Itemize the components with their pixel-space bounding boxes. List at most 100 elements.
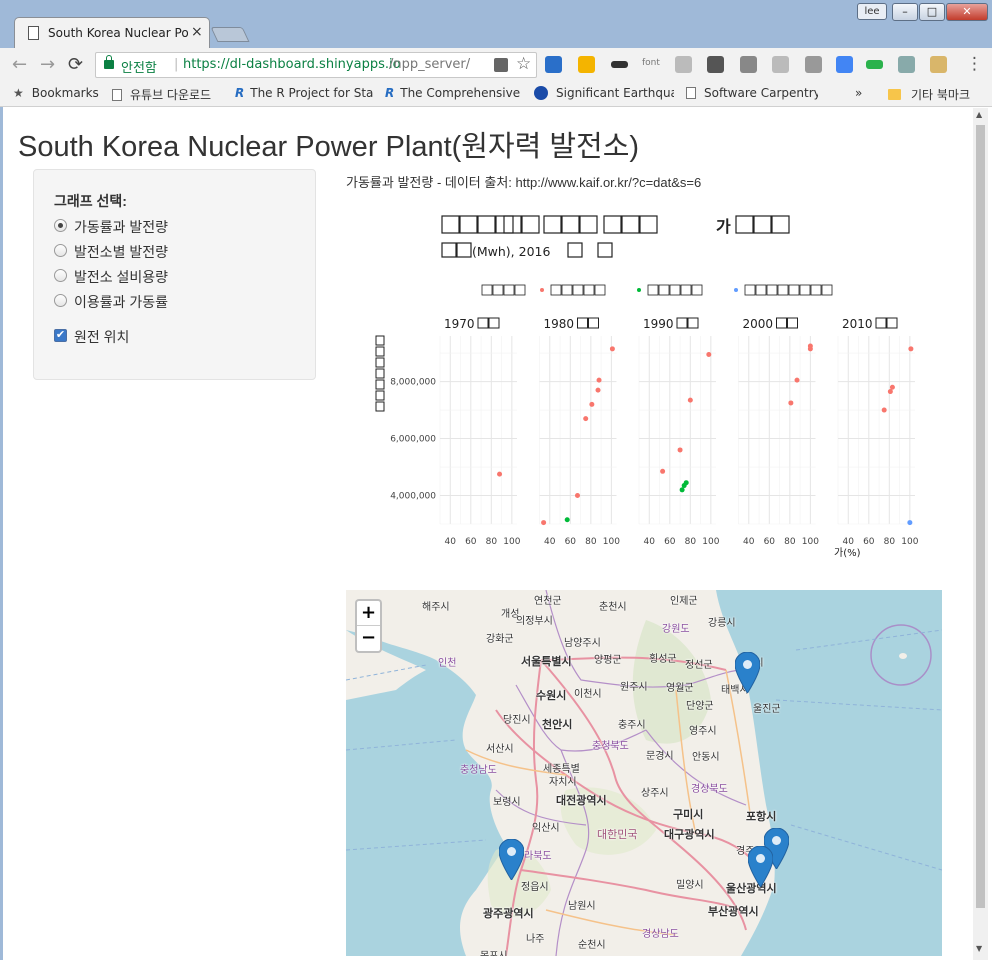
menu-icon[interactable]: ⋮: [966, 54, 983, 74]
plant-marker-icon[interactable]: [498, 838, 525, 881]
zoom-in-button[interactable]: +: [357, 601, 380, 626]
facet-label: 2010: [842, 317, 873, 331]
browser-tab[interactable]: South Korea Nuclear Po ×: [14, 17, 210, 48]
radio-button[interactable]: [54, 294, 67, 307]
legend-glyph: [821, 284, 833, 296]
minimize-button[interactable]: –: [892, 3, 918, 21]
bookmark-item[interactable]: R The Comprehensive: [385, 86, 520, 100]
scatter-chart: 가 (Mwh), 2016 1970 40 60 80 100 1980 40 60 80 100…: [375, 215, 919, 559]
map-place-label: 영월군: [666, 683, 694, 694]
legend-glyph: [572, 284, 584, 296]
other-bookmarks-folder[interactable]: 기타 북마크: [888, 86, 970, 103]
data-point: [807, 343, 813, 349]
bookmark-item[interactable]: Software Carpentry:: [686, 86, 818, 100]
plant-marker-icon[interactable]: [734, 651, 761, 694]
reload-icon[interactable]: ⟳: [68, 54, 83, 75]
x-tick-label: 80: [884, 537, 896, 547]
x-tick-label: 40: [544, 537, 556, 547]
map-place-label: 횡성군: [649, 654, 677, 665]
x-tick-label: 40: [743, 537, 755, 547]
scrollbar-thumb[interactable]: [976, 125, 985, 908]
facet-label-glyph: [477, 317, 489, 329]
data-point: [794, 377, 800, 383]
map-place-label: 부산광역시: [708, 905, 759, 918]
facet-label: 1980: [544, 317, 575, 331]
map-place-label: 나주: [526, 934, 545, 945]
facet-label-glyph: [588, 317, 599, 329]
legend-glyph: [799, 284, 811, 296]
legend-glyph: [744, 284, 756, 296]
checkbox-checked-icon[interactable]: ✔: [54, 329, 67, 342]
map-place-label: 정읍시: [521, 882, 549, 893]
legend-glyph: [561, 284, 573, 296]
bookmark-item[interactable]: ★ Bookmarks: [13, 86, 103, 100]
data-point: [541, 520, 547, 526]
data-point: [564, 517, 570, 523]
address-bar[interactable]: 안전함 | https://dl-dashboard.shinyapps.io …: [95, 52, 537, 78]
radio-button[interactable]: [54, 269, 67, 282]
legend-glyph: [777, 284, 789, 296]
data-point: [788, 400, 794, 406]
facet-label-glyph: [687, 317, 699, 329]
data-point: [660, 468, 666, 474]
scroll-down-arrow-icon[interactable]: ▼: [976, 944, 982, 953]
data-point: [908, 346, 914, 352]
map-place-label: 대한민국: [597, 828, 638, 841]
data-point: [497, 471, 503, 477]
map-place-label: 춘천시: [599, 602, 627, 613]
zoom-out-button[interactable]: −: [357, 626, 380, 651]
bookmark-item[interactable]: R The R Project for Sta: [235, 86, 373, 100]
user-profile-button[interactable]: lee: [857, 3, 887, 20]
extension-briefcase-icon[interactable]: [545, 56, 562, 73]
data-point: [589, 401, 595, 407]
y-tick-label: 6,000,000: [390, 435, 436, 445]
data-point: [677, 447, 683, 453]
blocked-content-icon[interactable]: [494, 58, 508, 72]
google-translate-icon[interactable]: [836, 56, 853, 73]
camera-icon[interactable]: [675, 56, 692, 73]
radio-button-checked[interactable]: [54, 219, 67, 232]
t-extension-icon[interactable]: [805, 56, 822, 73]
x-tick-label: 40: [843, 537, 855, 547]
lock-icon: [104, 55, 114, 69]
page-title: South Korea Nuclear Power Plant(원자력 발전소): [18, 131, 640, 163]
close-tab-icon[interactable]: ×: [191, 24, 203, 40]
close-window-button[interactable]: ✕: [946, 3, 988, 21]
shield-icon[interactable]: [707, 56, 724, 73]
google-drive-icon[interactable]: [578, 56, 595, 73]
new-tab-button[interactable]: [210, 27, 250, 42]
scroll-up-arrow-icon[interactable]: ▲: [976, 110, 982, 119]
legend-glyph: [492, 284, 504, 296]
drive-outline-icon[interactable]: [772, 56, 789, 73]
forward-arrow-icon[interactable]: →: [40, 54, 55, 75]
bookmark-item[interactable]: Significant Earthquak: [534, 86, 674, 100]
plant-marker-icon[interactable]: [747, 845, 774, 888]
graph-select-label: 그래프 선택:: [54, 193, 127, 209]
secure-label: 안전함: [121, 61, 157, 76]
url-separator: |: [174, 57, 179, 72]
map-place-label: 원주시: [620, 682, 648, 693]
y-tick-label: 8,000,000: [390, 378, 436, 388]
incognito-icon[interactable]: [611, 61, 628, 68]
radio-button[interactable]: [54, 244, 67, 257]
facet-label-glyph: [776, 317, 787, 329]
bookmarks-overflow-button[interactable]: »: [855, 86, 862, 100]
font-extension-icon[interactable]: font: [642, 58, 664, 75]
map-place-label: 경상북도: [691, 784, 728, 795]
maximize-button[interactable]: □: [919, 3, 945, 21]
leaflet-map[interactable]: 연천군 해주시 춘천시 인제군 개성 의정부시 강원도 강릉시 강화군 남양주시 인천 서울특별시 양평…: [346, 590, 942, 956]
bookmark-star-icon[interactable]: ☆: [516, 54, 531, 74]
back-arrow-icon[interactable]: ←: [12, 54, 27, 75]
legend-glyph: [691, 284, 703, 296]
legend-glyph: [680, 284, 692, 296]
image-icon[interactable]: [930, 56, 947, 73]
url-host: https://dl-dashboard.shinyapps.io: [183, 57, 401, 72]
map-place-label: 해주시: [422, 602, 450, 613]
legend-glyph: [647, 284, 659, 296]
bookmark-item[interactable]: 유튜브 다운로드: [112, 86, 227, 103]
map-place-label: 문경시: [646, 751, 674, 762]
person-search-icon[interactable]: [898, 56, 915, 73]
map-place-label: 충주시: [618, 720, 646, 731]
sync-icon[interactable]: [866, 60, 883, 69]
extension-icon[interactable]: [740, 56, 757, 73]
